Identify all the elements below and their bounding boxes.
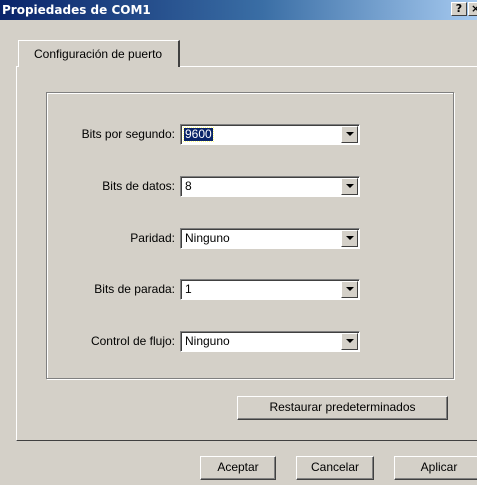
dropdown-arrow-button[interactable] <box>341 333 358 350</box>
dropdown-arrow-button[interactable] <box>341 178 358 195</box>
stop-bits-label: Bits de parada: <box>94 282 175 296</box>
tab-label: Configuración de puerto <box>34 47 163 61</box>
cancel-button[interactable]: Cancelar <box>296 456 374 480</box>
chevron-down-icon <box>346 184 354 188</box>
window-title: Propiedades de COM1 <box>2 3 151 17</box>
parity-value: Ninguno <box>185 231 230 245</box>
bits-per-second-label: Bits por segundo: <box>81 127 175 141</box>
bits-per-second-select[interactable]: 9600 <box>180 124 360 145</box>
help-button[interactable]: ? <box>451 2 467 16</box>
title-bar[interactable]: Propiedades de COM1 ? × <box>0 0 477 20</box>
flow-control-select[interactable]: Ninguno <box>180 331 360 352</box>
dropdown-arrow-button[interactable] <box>341 230 358 247</box>
parity-select[interactable]: Ninguno <box>180 228 360 249</box>
flow-control-value: Ninguno <box>185 334 230 348</box>
ok-button[interactable]: Aceptar <box>200 456 276 480</box>
chevron-down-icon <box>346 287 354 291</box>
apply-button[interactable]: Aplicar <box>394 456 477 480</box>
flow-control-label: Control de flujo: <box>90 334 175 348</box>
bits-per-second-value: 9600 <box>183 127 214 142</box>
parity-label: Paridad: <box>130 231 175 245</box>
data-bits-label: Bits de datos: <box>102 179 175 193</box>
data-bits-value: 8 <box>185 179 192 193</box>
chevron-down-icon <box>346 339 354 343</box>
dropdown-arrow-button[interactable] <box>341 281 358 298</box>
tab-configuracion-de-puerto[interactable]: Configuración de puerto <box>18 40 180 67</box>
data-bits-select[interactable]: 8 <box>180 176 360 197</box>
chevron-down-icon <box>346 132 354 136</box>
chevron-down-icon <box>346 236 354 240</box>
stop-bits-value: 1 <box>185 282 192 296</box>
close-button[interactable]: × <box>468 2 477 16</box>
dropdown-arrow-button[interactable] <box>341 126 358 143</box>
stop-bits-select[interactable]: 1 <box>180 279 360 300</box>
restore-defaults-button[interactable]: Restaurar predeterminados <box>237 396 448 420</box>
